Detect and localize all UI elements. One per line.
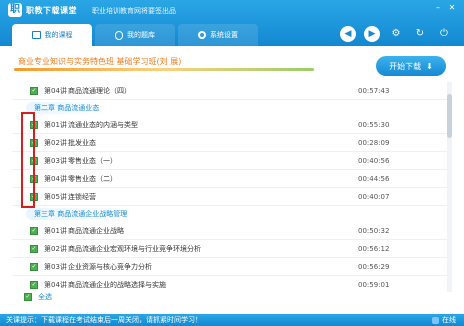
refresh-button[interactable]: ↻ (412, 26, 428, 42)
tab-label: 系统设置 (210, 31, 238, 39)
lesson-title: 商品流通企业宏观环境与行业竞争环境分析 (68, 244, 201, 253)
app-window: 职 职教下载课堂 职业培训教育网将要签出品 – ✕ 我的课程 我的题库 系统设置… (0, 0, 464, 326)
lesson-duration: 00:44:56 (358, 174, 390, 183)
lesson-row[interactable]: ✓ 第01讲 商品流通企业战略 00:50:32 (12, 222, 452, 240)
lesson-row[interactable]: ✓ 第03讲 企业资源与核心竞争力分析 00:56:29 (12, 258, 452, 276)
annotation-highlight-box (21, 112, 35, 208)
lesson-title: 商品流通理论（四） (68, 86, 131, 95)
lesson-number: 第04讲 (44, 86, 67, 95)
select-all[interactable]: ✓ 全选 (24, 292, 52, 302)
lesson-row[interactable]: ✓ 第01讲 流通业态的内涵与类型 00:55:30 (12, 116, 452, 134)
online-label: 在线 (442, 316, 456, 324)
lesson-number: 第04讲 (44, 174, 67, 183)
online-status: 在线 (432, 314, 456, 326)
app-logo-icon: 职 (8, 3, 22, 17)
lesson-duration: 00:40:07 (358, 192, 390, 201)
lesson-title: 流通业态的内涵与类型 (68, 120, 138, 129)
online-icon (432, 316, 439, 324)
lesson-list: ✓ 第04讲 商品流通理论（四） 00:57:43 第二章 商品流通业态 ✓ 第… (12, 82, 452, 292)
forward-arrow-icon: ▶ (368, 29, 376, 39)
lesson-number: 第03讲 (44, 156, 67, 165)
app-subtitle: 职业培训教育网将要签出品 (92, 7, 176, 15)
header: 职 职教下载课堂 职业培训教育网将要签出品 – ✕ 我的课程 我的题库 系统设置… (0, 0, 464, 46)
tab-label: 我的课程 (44, 31, 73, 39)
download-arrow-icon: ⬇ (426, 61, 433, 71)
power-icon: ⏻ (440, 28, 448, 39)
start-download-label: 开始下载 (389, 61, 422, 71)
lesson-duration: 00:56:12 (358, 244, 390, 253)
start-download-button[interactable]: 开始下载 ⬇ (376, 56, 446, 76)
refresh-icon: ↻ (415, 28, 425, 39)
forward-button[interactable]: ▶ (364, 26, 380, 42)
tab-my-question-bank[interactable]: 我的题库 (95, 24, 175, 46)
lesson-row[interactable]: ✓ 第04讲 零售业态（二） 00:44:56 (12, 170, 452, 188)
lesson-row[interactable]: ✓ 第05讲 连锁经营 00:40:07 (12, 188, 452, 206)
settings-button[interactable]: ⚙ (388, 26, 404, 42)
database-icon (115, 30, 123, 40)
lesson-checkbox[interactable]: ✓ (30, 86, 38, 95)
lesson-number: 第02讲 (44, 138, 67, 147)
scrollbar[interactable] (447, 82, 452, 292)
lesson-duration: 00:40:56 (358, 156, 390, 165)
course-header: 商业专业知识与实务特色班 基础学习班(刘 展) 开始下载 ⬇ (10, 52, 456, 78)
tab-bar: 我的课程 我的题库 系统设置 (12, 24, 258, 46)
lesson-checkbox[interactable]: ✓ (30, 262, 38, 271)
toolbar-icons: ◀ ▶ ⚙ ↻ ⏻ (340, 26, 452, 42)
lesson-duration: 00:50:32 (358, 226, 390, 235)
lesson-number: 第01讲 (44, 120, 67, 129)
lesson-row[interactable]: ✓ 第03讲 零售业态（一） 00:40:56 (12, 152, 452, 170)
lesson-row[interactable]: ✓ 第02讲 批发业态 00:28:09 (12, 134, 452, 152)
lesson-row[interactable]: ✓ 第04讲 商品流通理论（四） 00:57:43 (12, 82, 452, 100)
status-bar: 关课提示：下载课程在考试结束后一周关闭，请抓紧时间学习！ 在线 (0, 314, 464, 326)
select-all-label: 全选 (38, 293, 52, 301)
lesson-checkbox[interactable]: ✓ (30, 226, 38, 235)
course-title: 商业专业知识与实务特色班 基础学习班(刘 展) (18, 57, 182, 66)
power-button[interactable]: ⏻ (436, 26, 452, 42)
lesson-checkbox[interactable]: ✓ (30, 244, 38, 253)
app-title: 职教下载课堂 (26, 6, 77, 15)
lesson-number: 第04讲 (44, 280, 67, 289)
lesson-row[interactable]: ✓ 第04讲 商品流通企业的战略选择与实施 00:59:01 (12, 276, 452, 292)
lesson-duration: 00:59:01 (358, 280, 390, 289)
tab-system-settings[interactable]: 系统设置 (178, 24, 258, 46)
course-title-underline (14, 68, 314, 71)
chapter-header: 第二章 商品流通业态 (26, 102, 108, 114)
lesson-title: 批发业态 (68, 138, 96, 147)
back-button[interactable]: ◀ (340, 26, 356, 42)
monitor-icon (31, 31, 41, 39)
lesson-duration: 00:56:29 (358, 262, 390, 271)
window-controls: – ✕ (432, 2, 458, 13)
lesson-title: 零售业态（一） (68, 156, 117, 165)
lesson-row[interactable]: ✓ 第02讲 商品流通企业宏观环境与行业竞争环境分析 00:56:12 (12, 240, 452, 258)
lesson-duration: 00:57:43 (358, 86, 390, 95)
lesson-number: 第01讲 (44, 226, 67, 235)
back-arrow-icon: ◀ (344, 29, 352, 39)
lesson-number: 第03讲 (44, 262, 67, 271)
lesson-duration: 00:28:09 (358, 138, 390, 147)
status-text: 关课提示：下载课程在考试结束后一周关闭，请抓紧时间学习！ (6, 316, 202, 324)
select-all-checkbox[interactable]: ✓ (24, 293, 32, 301)
tab-label: 我的题库 (127, 31, 155, 39)
gear-icon: ⚙ (391, 28, 401, 39)
lesson-title: 零售业态（二） (68, 174, 117, 183)
chapter-header: 第三章 商品流通企业战略管理 (26, 208, 136, 220)
lesson-checkbox[interactable]: ✓ (30, 280, 38, 289)
lesson-title: 商品流通企业战略 (68, 226, 124, 235)
lesson-title: 商品流通企业的战略选择与实施 (68, 280, 166, 289)
lesson-title: 企业资源与核心竞争力分析 (68, 262, 152, 271)
minimize-button[interactable]: – (432, 2, 444, 13)
lesson-number: 第02讲 (44, 244, 67, 253)
gear-icon (198, 31, 206, 39)
tab-my-courses[interactable]: 我的课程 (12, 24, 92, 46)
lesson-number: 第05讲 (44, 192, 67, 201)
lesson-title: 连锁经营 (68, 192, 96, 201)
scrollbar-thumb[interactable] (447, 94, 452, 138)
lesson-duration: 00:55:30 (358, 120, 390, 129)
close-button[interactable]: ✕ (446, 2, 458, 13)
